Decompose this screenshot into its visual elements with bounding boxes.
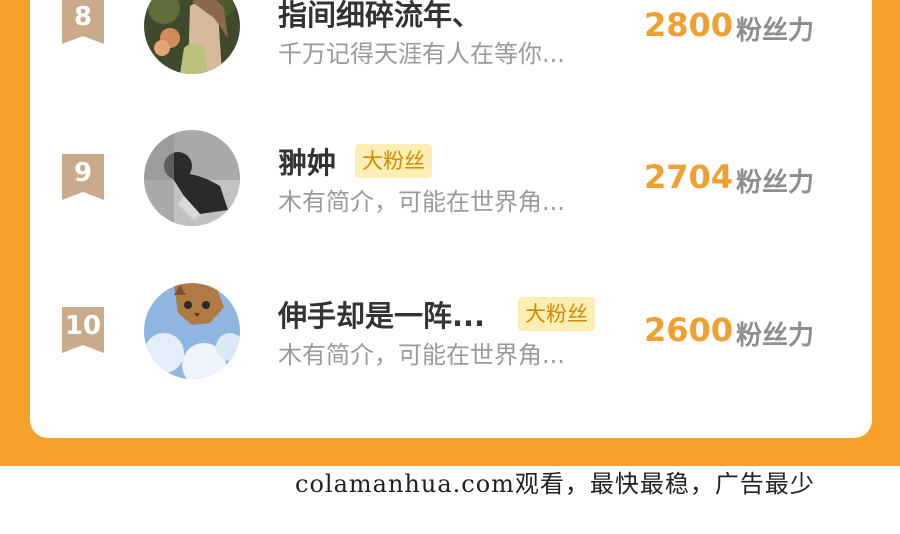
user-description: 木有简介，可能在世界角... (278, 341, 565, 369)
big-fan-badge: 大粉丝 (355, 144, 432, 178)
user-avatar[interactable] (144, 130, 240, 226)
fan-power-score: 2600 (644, 311, 734, 349)
ranking-card: 8 指间细碎流年、 千万记得天涯有人在等你... 2800 粉丝力 9 翀妕 大… (30, 0, 872, 438)
rank-number: 9 (73, 158, 93, 188)
fan-power-unit: 粉丝力 (736, 168, 815, 198)
user-description: 千万记得天涯有人在等你... (278, 40, 565, 68)
site-watermark-text: colamanhua.com观看，最快最稳，广告最少 (295, 470, 815, 498)
user-name[interactable]: 伸手却是一阵... (278, 293, 485, 335)
fan-power-score: 2704 (644, 158, 734, 196)
ranking-row[interactable]: 10 伸手却是一阵... 大粉丝 木有简介，可能在世界角... 2600 粉丝力 (30, 273, 872, 383)
ranking-row[interactable]: 8 指间细碎流年、 千万记得天涯有人在等你... 2800 粉丝力 (30, 0, 872, 78)
fan-power-unit: 粉丝力 (736, 321, 815, 351)
rank-badge-icon: 10 (62, 307, 104, 353)
ranking-row[interactable]: 9 翀妕 大粉丝 木有简介，可能在世界角... 2704 粉丝力 (30, 120, 872, 230)
user-description: 木有简介，可能在世界角... (278, 188, 565, 216)
rank-number: 10 (64, 311, 102, 341)
rank-badge-icon: 8 (62, 0, 104, 44)
fan-power-unit: 粉丝力 (736, 16, 815, 46)
user-avatar[interactable] (144, 0, 240, 74)
big-fan-badge: 大粉丝 (518, 297, 595, 331)
fan-power-score: 2800 (644, 6, 734, 44)
user-name[interactable]: 翀妕 (278, 140, 336, 182)
user-name[interactable]: 指间细碎流年、 (278, 0, 481, 34)
rank-number: 8 (73, 2, 93, 32)
user-avatar[interactable] (144, 283, 240, 379)
rank-badge-icon: 9 (62, 154, 104, 200)
